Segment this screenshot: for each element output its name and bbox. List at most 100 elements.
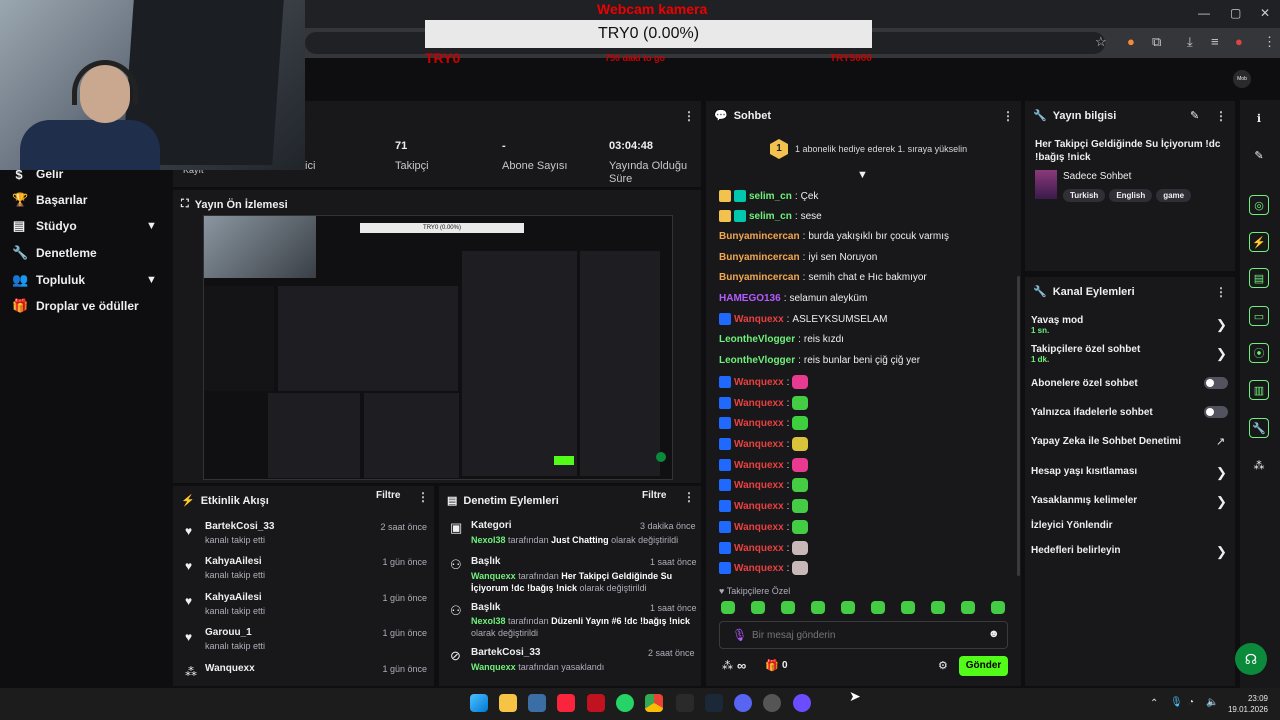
emote-icon[interactable] — [792, 499, 809, 513]
emote-icon[interactable] — [792, 437, 809, 451]
emoji-icon[interactable]: ☻ — [988, 628, 1000, 640]
chat-username[interactable]: Wanquexx — [734, 563, 784, 574]
expand-icon[interactable]: ▼ — [857, 169, 868, 181]
target-icon[interactable]: ◎ — [1249, 195, 1269, 215]
emote-picker-icon[interactable] — [991, 601, 1005, 614]
chat-username[interactable]: Bunyamincercan — [719, 252, 800, 263]
moderation-user[interactable]: Nexol38 — [471, 616, 506, 626]
chat-username[interactable]: Wanquexx — [734, 501, 784, 512]
whatsapp-icon[interactable] — [616, 694, 634, 712]
chevron-right-icon[interactable]: ❯ — [1216, 544, 1227, 560]
activity-name[interactable]: KahyaAilesi — [205, 592, 262, 603]
chat-username[interactable]: Bunyamincercan — [719, 231, 800, 242]
extension-icon[interactable]: ● — [1127, 34, 1135, 49]
pencil-icon[interactable]: ✎ — [1249, 145, 1269, 165]
chat-username[interactable]: Bunyamincercan — [719, 272, 800, 283]
host-viewer-label[interactable]: İzleyici Yönlendir — [1031, 520, 1113, 531]
external-link-icon[interactable]: ↗ — [1216, 435, 1225, 448]
sidebar-item-droplar[interactable]: 🎁 Droplar ve ödüller — [12, 296, 139, 316]
more-options-icon[interactable]: ⋮ — [1002, 109, 1014, 123]
microphone-icon[interactable]: 🎙 — [732, 628, 747, 642]
gift-banner-text[interactable]: 1 abonelik hediye ederek 1. sıraya yükse… — [795, 144, 967, 154]
emote-picker-icon[interactable] — [931, 601, 945, 614]
download-icon[interactable]: ⤓ — [1187, 34, 1193, 50]
clock-date[interactable]: 19.01.2026 — [1222, 705, 1268, 714]
emote-picker-icon[interactable] — [751, 601, 765, 614]
chat-input[interactable]: 🎙 ☻ — [719, 621, 1008, 649]
emote-icon[interactable] — [792, 416, 809, 430]
clock-time[interactable]: 23:09 — [1222, 694, 1268, 703]
chevron-down-icon[interactable]: ▼ — [146, 274, 157, 286]
columns-icon[interactable]: ▥ — [1249, 380, 1269, 400]
sidebar-item-basarilar[interactable]: 🏆 Başarılar — [12, 190, 87, 210]
store-icon[interactable] — [528, 694, 546, 712]
community-icon[interactable]: ⁂ — [1249, 455, 1269, 475]
category-name[interactable]: Sadece Sohbet — [1063, 171, 1131, 182]
chat-username[interactable]: selim_cn — [749, 191, 792, 202]
sidebar-item-topluluk[interactable]: 👥 Topluluk — [12, 270, 85, 290]
chat-username[interactable]: LeontheVlogger — [719, 334, 795, 345]
more-options-icon[interactable]: ⋮ — [683, 490, 695, 504]
subs-only-toggle[interactable] — [1204, 377, 1228, 389]
bookmark-star-icon[interactable]: ☆ — [1095, 34, 1107, 50]
network-icon[interactable]: ◔ — [1188, 697, 1194, 708]
chat-username[interactable]: Wanquexx — [734, 418, 784, 429]
sidebar-item-denetleme[interactable]: 🔧 Denetleme — [12, 243, 97, 263]
pencil-icon[interactable]: ✎ — [1190, 109, 1199, 122]
steam-icon[interactable] — [705, 694, 723, 712]
chat-username[interactable]: Wanquexx — [734, 314, 784, 325]
tag-chip[interactable]: game — [1156, 189, 1192, 202]
avatar[interactable]: Mob — [1233, 70, 1251, 88]
emote-icon[interactable] — [792, 458, 809, 472]
gift-box-icon[interactable]: 🎁 — [765, 659, 779, 672]
emote-picker-icon[interactable] — [961, 601, 975, 614]
chat-username[interactable]: Wanquexx — [734, 460, 784, 471]
more-options-icon[interactable]: ⋮ — [683, 109, 695, 123]
tag-chip[interactable]: English — [1109, 189, 1153, 202]
emote-picker-icon[interactable] — [811, 601, 825, 614]
tag-chip[interactable]: Turkish — [1063, 189, 1106, 202]
settings-gear-icon[interactable]: ⚙ — [938, 659, 948, 672]
send-button[interactable]: Gönder — [959, 656, 1008, 676]
lightning-icon[interactable]: ⚡ — [1249, 232, 1269, 252]
emote-picker-icon[interactable] — [871, 601, 885, 614]
emote-icon[interactable] — [792, 541, 809, 555]
chevron-right-icon[interactable]: ❯ — [1216, 346, 1227, 362]
close-icon[interactable]: ✕ — [1260, 6, 1270, 20]
chat-username[interactable]: Wanquexx — [734, 377, 784, 388]
points-icon[interactable]: ⁂ — [722, 659, 733, 672]
emote-icon[interactable] — [792, 561, 809, 575]
category-thumbnail[interactable] — [1035, 170, 1057, 199]
activity-name[interactable]: KahyaAilesi — [205, 556, 262, 567]
chevron-right-icon[interactable]: ❯ — [1216, 465, 1227, 481]
profile-icon[interactable]: ● — [1235, 34, 1243, 49]
broadcast-icon[interactable]: ⦿ — [1249, 343, 1269, 363]
moderation-filter-button[interactable]: Filtre — [642, 490, 666, 501]
chat-username[interactable]: Wanquexx — [734, 480, 784, 491]
document-icon[interactable]: ▤ — [1249, 268, 1269, 288]
menu-icon[interactable]: ⋮ — [1263, 34, 1276, 50]
tray-chevron-icon[interactable]: ⌃ — [1150, 698, 1158, 709]
chat-username[interactable]: Wanquexx — [734, 439, 784, 450]
chat-username[interactable]: HAMEGO136 — [719, 293, 781, 304]
microphone-icon[interactable]: 🎙 — [1170, 697, 1183, 708]
wrench-icon[interactable]: 🔧 — [1249, 418, 1269, 438]
chevron-right-icon[interactable]: ❯ — [1216, 317, 1227, 333]
chat-username[interactable]: LeontheVlogger — [719, 355, 795, 366]
moderation-user[interactable]: Nexol38 — [471, 535, 506, 545]
chevron-down-icon[interactable]: ▼ — [146, 220, 157, 232]
slow-mode-label[interactable]: Yavaş mod — [1031, 315, 1083, 326]
activity-name[interactable]: Garouu_1 — [205, 627, 252, 638]
emote-icon[interactable] — [792, 396, 809, 410]
activity-name[interactable]: Wanquexx — [205, 663, 255, 674]
epic-games-icon[interactable] — [676, 694, 694, 712]
puzzle-icon[interactable]: ⧉ — [1152, 34, 1161, 50]
stream-preview[interactable]: TRY0 (0.00%) — [203, 215, 673, 480]
emote-picker-icon[interactable] — [901, 601, 915, 614]
account-age-label[interactable]: Hesap yaşı kısıtlaması — [1031, 466, 1137, 477]
emote-picker-icon[interactable] — [841, 601, 855, 614]
emote-picker-icon[interactable] — [721, 601, 735, 614]
chat-scrollbar[interactable] — [1017, 276, 1020, 576]
app-icon[interactable] — [793, 694, 811, 712]
sidebar-item-studyo[interactable]: ▤ Stüdyo — [12, 216, 77, 236]
